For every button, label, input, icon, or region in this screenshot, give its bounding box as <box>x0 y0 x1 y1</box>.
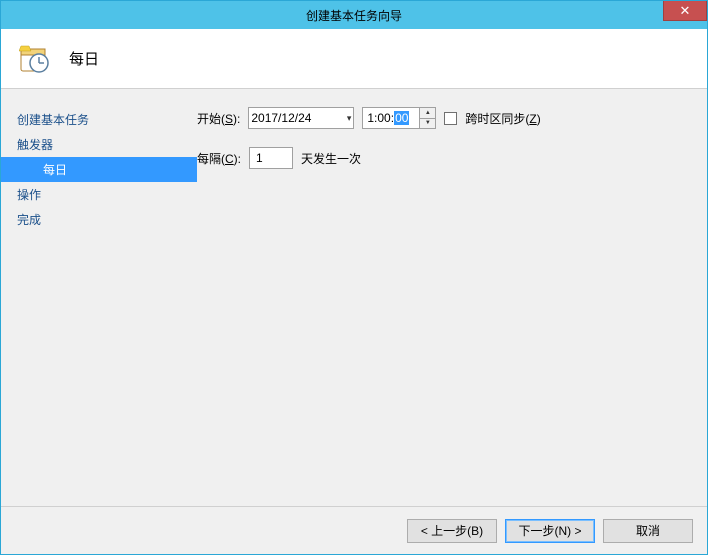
page-title: 每日 <box>69 48 99 69</box>
wizard-body: 创建基本任务 触发器 每日 操作 完成 开始(S): 2017/12/24 ▾ … <box>1 89 707 506</box>
content-pane: 开始(S): 2017/12/24 ▾ 1:00:00 ▲ ▼ <box>197 89 707 506</box>
spinner-up-icon[interactable]: ▲ <box>420 108 435 119</box>
sidebar-item-create-task[interactable]: 创建基本任务 <box>1 107 197 132</box>
next-button[interactable]: 下一步(N) > <box>505 519 595 543</box>
wizard-window: 创建基本任务向导 ✕ 每日 创建基本任务 触发器 每日 操作 完成 <box>0 0 708 555</box>
sidebar-item-trigger[interactable]: 触发器 <box>1 132 197 157</box>
start-row: 开始(S): 2017/12/24 ▾ 1:00:00 ▲ ▼ <box>197 107 707 129</box>
sidebar-item-daily[interactable]: 每日 <box>1 157 197 182</box>
start-label: 开始(S): <box>197 110 240 127</box>
back-button[interactable]: < 上一步(B) <box>407 519 497 543</box>
sidebar-item-action[interactable]: 操作 <box>1 182 197 207</box>
titlebar: 创建基本任务向导 ✕ <box>1 1 707 29</box>
timezone-sync-checkbox[interactable] <box>444 112 457 125</box>
calendar-clock-icon <box>19 43 51 75</box>
close-icon: ✕ <box>680 3 691 19</box>
chevron-down-icon: ▾ <box>347 113 352 124</box>
time-spinner-buttons: ▲ ▼ <box>419 108 435 128</box>
sidebar-item-finish[interactable]: 完成 <box>1 207 197 232</box>
interval-input[interactable] <box>249 147 293 169</box>
close-button[interactable]: ✕ <box>663 1 707 21</box>
spinner-down-icon[interactable]: ▼ <box>420 119 435 129</box>
start-time-value[interactable]: 1:00:00 <box>363 108 419 128</box>
interval-label: 每隔(C): <box>197 150 241 167</box>
window-title: 创建基本任务向导 <box>306 7 402 24</box>
timezone-sync-label: 跨时区同步(Z) <box>465 110 540 127</box>
interval-unit: 天发生一次 <box>301 150 361 167</box>
interval-row: 每隔(C): 天发生一次 <box>197 147 707 169</box>
start-date-value: 2017/12/24 <box>251 111 311 125</box>
wizard-header: 每日 <box>1 29 707 89</box>
cancel-button[interactable]: 取消 <box>603 519 693 543</box>
sidebar: 创建基本任务 触发器 每日 操作 完成 <box>1 89 197 506</box>
start-date-picker[interactable]: 2017/12/24 ▾ <box>248 107 354 129</box>
start-time-spinner[interactable]: 1:00:00 ▲ ▼ <box>362 107 436 129</box>
footer: < 上一步(B) 下一步(N) > 取消 <box>1 506 707 554</box>
